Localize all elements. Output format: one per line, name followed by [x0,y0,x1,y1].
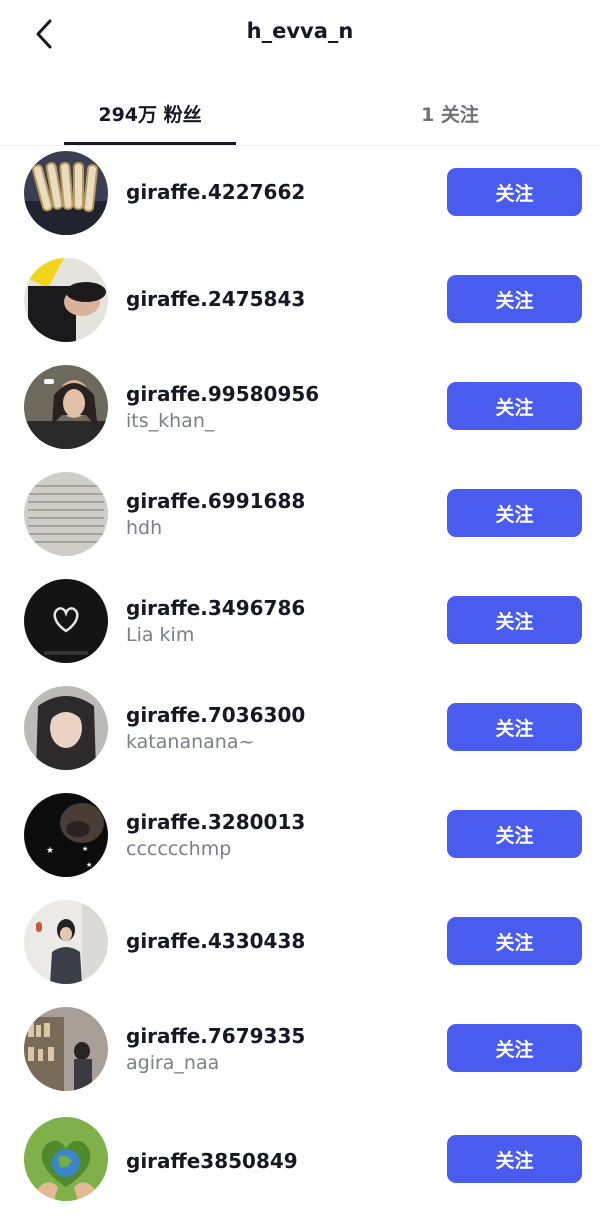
user-display-name: agira_naa [126,1052,220,1074]
follow-button[interactable]: 关注 [447,489,582,537]
tab-following[interactable]: 1 关注 [360,100,540,146]
username: giraffe3850849 [126,1149,298,1173]
list-item[interactable]: giraffe.7036300 katananana~ 关注 [0,681,600,788]
list-item[interactable]: giraffe3850849 关注 [0,1109,600,1216]
avatar[interactable]: ★ ★ ★ [24,793,108,877]
list-item[interactable]: giraffe.7679335 agira_naa 关注 [0,1002,600,1109]
avatar[interactable] [24,365,108,449]
follow-button[interactable]: 关注 [447,917,582,965]
active-tab-indicator [64,142,236,145]
username: giraffe.7036300 [126,703,306,727]
username: giraffe.6991688 [126,489,306,513]
username: giraffe.4330438 [126,929,306,953]
top-bar: h_evva_n [0,0,600,66]
username: giraffe.7679335 [126,1024,306,1048]
avatar[interactable] [24,579,108,663]
avatar[interactable] [24,1117,108,1201]
avatar[interactable] [24,1007,108,1091]
svg-text:★: ★ [46,846,54,856]
page-title: h_evva_n [246,19,354,43]
avatar[interactable] [24,258,108,342]
username: giraffe.2475843 [126,287,306,311]
follow-button[interactable]: 关注 [447,168,582,216]
avatar[interactable] [24,472,108,556]
username: giraffe.3496786 [126,596,306,620]
follow-button[interactable]: 关注 [447,1135,582,1183]
list-item[interactable]: giraffe.2475843 关注 [0,253,600,360]
avatar[interactable] [24,686,108,770]
username: giraffe.3280013 [126,810,306,834]
user-display-name: cccccchmp [126,838,232,860]
user-display-name: hdh [126,517,163,539]
user-display-name: katananana~ [126,731,255,753]
list-item[interactable]: giraffe.4330438 关注 [0,895,600,1002]
user-display-name: Lia kim [126,624,195,646]
tab-followers[interactable]: 294万 粉丝 [64,100,236,146]
follow-button[interactable]: 关注 [447,703,582,751]
svg-text:★: ★ [82,845,88,853]
svg-text:★: ★ [86,861,92,869]
follow-button[interactable]: 关注 [447,1024,582,1072]
tab-bar: 294万 粉丝 1 关注 [0,66,600,146]
avatar[interactable] [24,900,108,984]
list-item[interactable]: giraffe.4227662 关注 [0,146,600,253]
user-display-name: its_khan_ [126,410,215,432]
list-item[interactable]: ★ ★ ★ giraffe.3280013 cccccchmp 关注 [0,788,600,895]
follow-button[interactable]: 关注 [447,382,582,430]
follow-button[interactable]: 关注 [447,275,582,323]
list-item[interactable]: giraffe.3496786 Lia kim 关注 [0,574,600,681]
list-item[interactable]: giraffe.6991688 hdh 关注 [0,467,600,574]
username: giraffe.4227662 [126,180,306,204]
follow-button[interactable]: 关注 [447,810,582,858]
username: giraffe.99580956 [126,382,320,406]
follow-button[interactable]: 关注 [447,596,582,644]
avatar[interactable] [24,151,108,235]
list-item[interactable]: giraffe.99580956 its_khan_ 关注 [0,360,600,467]
